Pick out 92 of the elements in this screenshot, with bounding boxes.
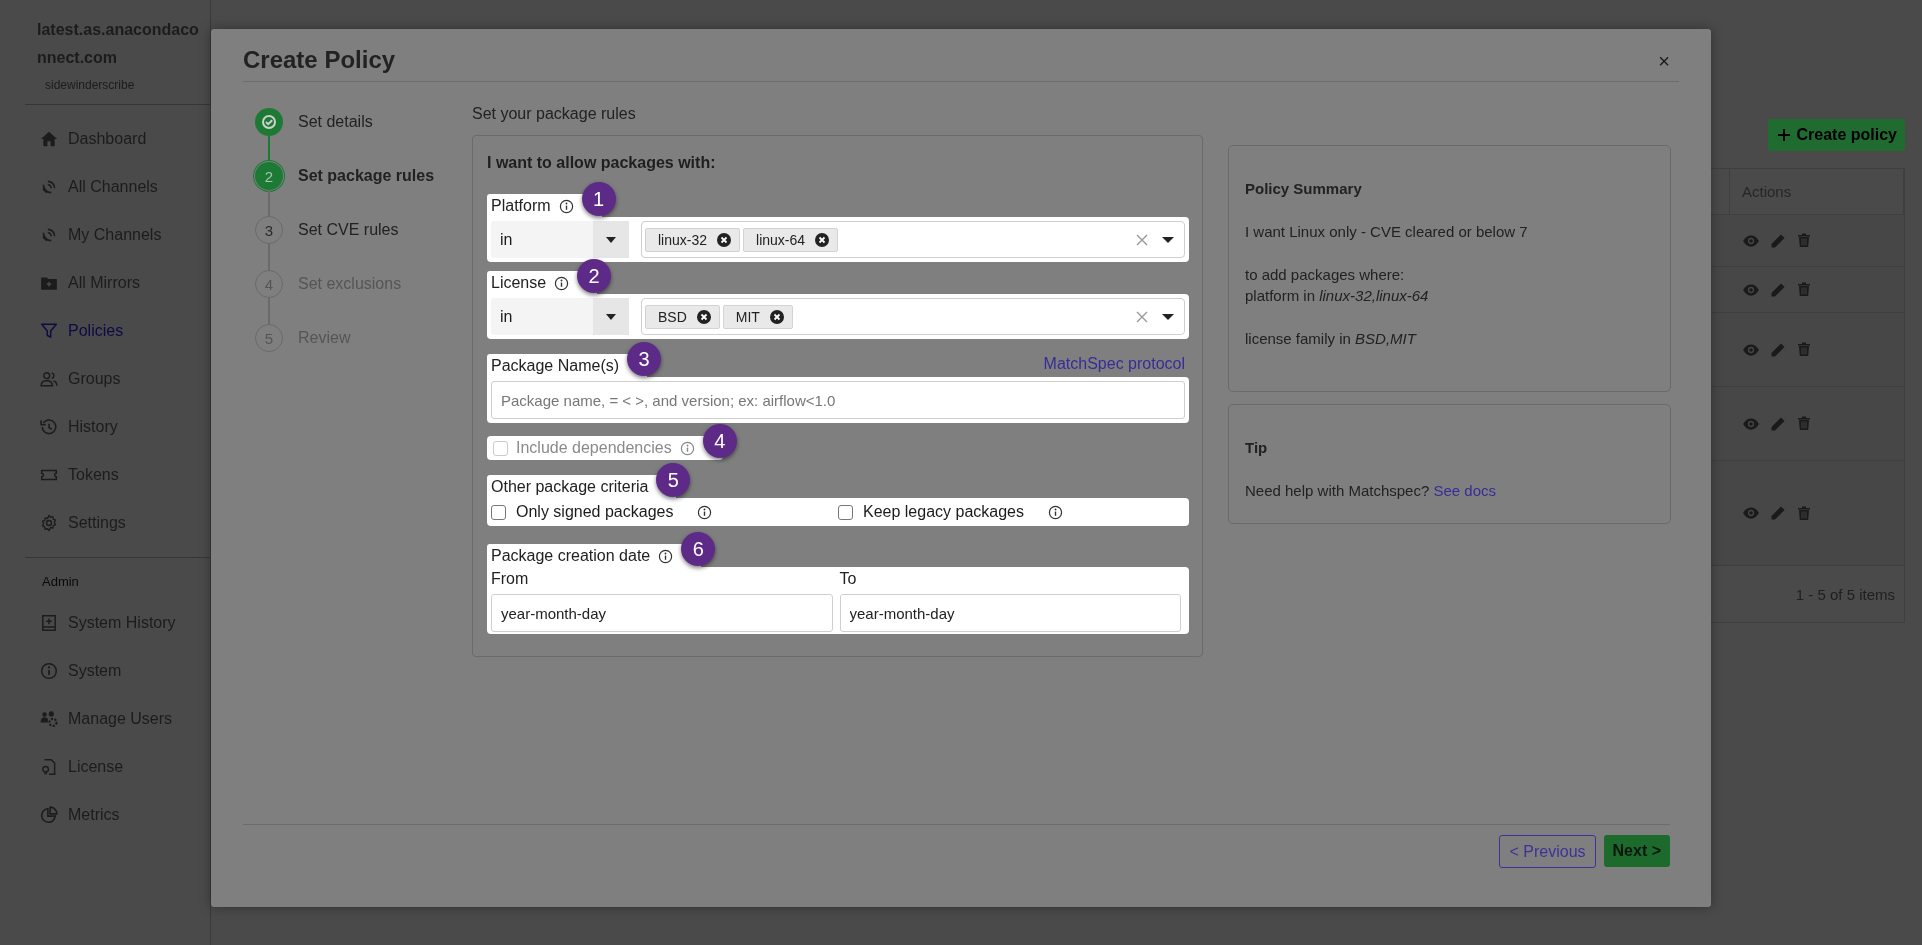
field-label: Package Name(s) [491, 357, 620, 375]
pencil-icon[interactable] [1770, 281, 1786, 298]
pencil-icon[interactable] [1770, 415, 1786, 432]
checkbox[interactable] [491, 504, 506, 520]
info-icon [40, 662, 58, 680]
satellite-dish-icon [40, 178, 58, 196]
package-name-field[interactable]: Package name, = < >, and version; ex: airflow<1.0 [491, 381, 1185, 419]
clear-icon[interactable] [1136, 310, 1148, 323]
book-icon [40, 614, 58, 632]
caret-down-icon[interactable] [1162, 236, 1174, 243]
caret-down-icon[interactable] [1162, 313, 1174, 320]
multi-select[interactable]: BSD MIT [641, 298, 1185, 335]
card-title: Tip [1245, 439, 1269, 456]
pencil-icon[interactable] [1770, 232, 1786, 249]
card-title: Policy Summary [1245, 180, 1363, 197]
summary-text: to add packages where: [1245, 265, 1406, 285]
next-button[interactable]: Next > [1603, 835, 1670, 867]
field-label: To [839, 570, 858, 588]
remove-icon[interactable] [717, 232, 732, 247]
field-label: From [491, 570, 530, 588]
trash-icon[interactable] [1796, 341, 1812, 358]
pencil-icon[interactable] [1770, 341, 1786, 358]
summary-text: I want Linux only - CVE cleared or below 7 [1245, 222, 1529, 242]
tag-chip: MIT [722, 304, 793, 329]
info-icon [558, 198, 574, 214]
matchspec-link[interactable]: MatchSpec protocol [1043, 355, 1185, 373]
dialog-title: Create Policy [243, 45, 396, 74]
tag-chip: BSD [645, 304, 720, 329]
tag-chip: linux-32 [645, 227, 741, 252]
info-icon [554, 275, 570, 291]
operator-select[interactable]: in [491, 221, 629, 258]
trash-icon[interactable] [1796, 232, 1812, 249]
previous-button[interactable]: < Previous [1499, 835, 1596, 868]
folder-icon [40, 274, 58, 292]
tip-text: Need help with Matchspec? See docs [1245, 481, 1497, 501]
date-field[interactable]: year-month-day [491, 594, 833, 632]
remove-icon[interactable] [815, 232, 830, 247]
summary-text: license family in BSD,MIT [1245, 329, 1418, 349]
satellite-dish-icon [40, 226, 58, 244]
nav-item[interactable]: Policies [0, 307, 210, 355]
checkbox-label: Keep legacy packages [863, 503, 1024, 521]
trash-icon[interactable] [1796, 504, 1812, 522]
history-icon [40, 418, 58, 436]
checkbox-label: Include dependencies [516, 439, 672, 457]
operator-select[interactable]: in [491, 298, 629, 335]
step-badge: 1 [581, 182, 616, 216]
tag-chip: linux-64 [743, 227, 839, 252]
step-label: Set details [298, 112, 373, 132]
section-title: Set your package rules [472, 105, 637, 123]
caret-down-icon [606, 313, 616, 320]
checkbox[interactable] [838, 504, 853, 520]
docs-link[interactable]: See docs [1433, 482, 1496, 499]
step-label: Set CVE rules [298, 220, 399, 240]
field-label: Platform [491, 197, 551, 215]
home-icon [40, 130, 58, 148]
info-icon [1048, 504, 1063, 520]
step-badge: 5 [656, 463, 691, 497]
create-policy-button[interactable]: Create policy [1767, 119, 1905, 151]
remove-icon[interactable] [696, 309, 711, 324]
info-icon [658, 548, 674, 564]
clear-icon[interactable] [1136, 233, 1148, 246]
users-icon [40, 370, 58, 388]
multi-select[interactable]: linux-32 linux-64 [641, 221, 1185, 258]
info-icon [697, 504, 713, 520]
checkbox-label: Only signed packages [516, 503, 674, 521]
remove-icon[interactable] [769, 309, 784, 324]
pie-chart-icon [40, 806, 58, 824]
step-badge: 6 [681, 532, 716, 566]
file-icon [40, 758, 58, 776]
pencil-icon[interactable] [1770, 505, 1786, 521]
field-label: Other package criteria [491, 478, 649, 496]
filter-icon [40, 322, 58, 340]
summary-text: platform in linux-32,linux-64 [1245, 286, 1430, 306]
form-heading: I want to allow packages with: [487, 154, 717, 172]
eye-icon[interactable] [1742, 504, 1760, 522]
gear-icon [40, 514, 58, 532]
step-number: 2 [255, 162, 283, 190]
plus-icon [1775, 127, 1792, 143]
caret-down-icon [606, 236, 616, 243]
step-label: Set package rules [298, 166, 435, 186]
field-label: License [491, 274, 547, 292]
section-label: Admin [41, 573, 80, 589]
field-label: Package creation date [491, 547, 651, 565]
step-badge: 4 [702, 424, 737, 458]
date-field[interactable]: year-month-day [839, 594, 1181, 632]
info-icon [679, 440, 695, 456]
trash-icon[interactable] [1796, 281, 1812, 298]
users-gear-icon [40, 710, 58, 728]
step-badge: 2 [577, 259, 612, 293]
close-button[interactable]: × [1658, 49, 1670, 73]
step-badge: 3 [627, 342, 662, 376]
trash-icon[interactable] [1796, 415, 1812, 432]
